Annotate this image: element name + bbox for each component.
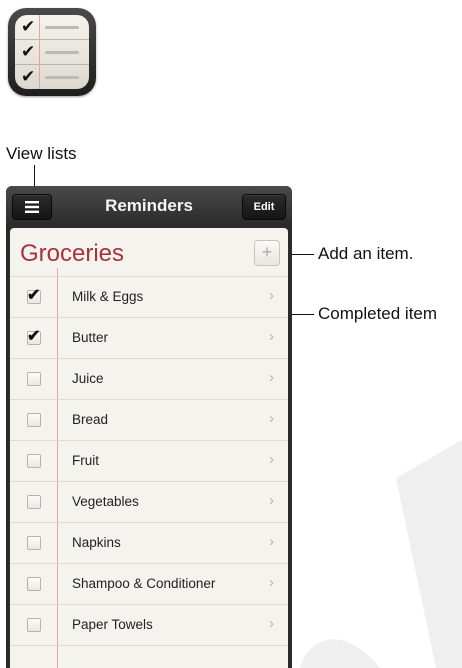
checkbox[interactable] — [27, 536, 41, 550]
chevron-right-icon[interactable]: › — [269, 369, 274, 386]
chevron-right-icon[interactable]: › — [269, 574, 274, 591]
chevron-right-icon[interactable]: › — [269, 492, 274, 509]
chevron-right-icon[interactable]: › — [269, 451, 274, 468]
list-paper: Groceries + ✔ Milk & Eggs › ✔ Butter › Juice › B… — [10, 228, 288, 668]
list-item[interactable]: Bread › — [10, 399, 288, 440]
list-item-label: Vegetables — [72, 494, 139, 509]
list-icon — [25, 201, 39, 213]
checkbox[interactable] — [27, 454, 41, 468]
callout-view-lists: View lists — [6, 144, 77, 163]
view-lists-button[interactable] — [12, 194, 52, 220]
checkbox[interactable] — [27, 372, 41, 386]
list-item-label: Napkins — [72, 535, 121, 550]
checkbox-checked[interactable]: ✔ — [27, 287, 41, 304]
callout-add-item: Add an item. — [318, 244, 414, 263]
list-item-label: Butter — [72, 330, 109, 345]
list-item[interactable]: Vegetables › — [10, 481, 288, 522]
reminder-list: ✔ Milk & Eggs › ✔ Butter › Juice › Bread › Fruit › V… — [10, 276, 288, 646]
checkbox[interactable] — [27, 577, 41, 591]
list-item-label: Juice — [72, 371, 104, 386]
checkbox[interactable] — [27, 495, 41, 509]
list-title: Groceries — [20, 240, 125, 267]
checkmark-icon: ✔ — [27, 287, 41, 304]
checkbox[interactable] — [27, 413, 41, 427]
chevron-right-icon[interactable]: › — [269, 615, 274, 632]
list-item[interactable]: Paper Towels › — [10, 604, 288, 646]
list-item[interactable]: ✔ Butter › — [10, 317, 288, 358]
checkbox-checked[interactable]: ✔ — [27, 328, 41, 345]
chevron-right-icon[interactable]: › — [269, 410, 274, 427]
list-item[interactable]: Napkins › — [10, 522, 288, 563]
chevron-right-icon[interactable]: › — [269, 287, 274, 304]
checkmark-icon: ✔ — [27, 328, 41, 345]
callout-completed-item: Completed item — [318, 304, 438, 323]
add-item-button[interactable]: + — [254, 240, 280, 266]
list-item-label: Milk & Eggs — [72, 289, 144, 304]
chevron-right-icon[interactable]: › — [269, 533, 274, 550]
checkbox[interactable] — [27, 618, 41, 632]
list-item-label: Bread — [72, 412, 109, 427]
reminders-screen: Reminders Edit Groceries + ✔ Milk & Eggs ›… — [6, 186, 292, 668]
list-item[interactable]: ✔ Milk & Eggs › — [10, 276, 288, 317]
list-item-label: Fruit — [72, 453, 99, 468]
list-item-label: Shampoo & Conditioner — [72, 576, 216, 591]
nav-bar: Reminders Edit — [6, 186, 292, 226]
chevron-right-icon[interactable]: › — [269, 328, 274, 345]
list-item[interactable]: Fruit › — [10, 440, 288, 481]
list-item[interactable]: Juice › — [10, 358, 288, 399]
list-item-label: Paper Towels — [72, 617, 153, 632]
nav-title: Reminders — [105, 196, 193, 215]
list-item[interactable]: Shampoo & Conditioner › — [10, 563, 288, 604]
edit-button[interactable]: Edit — [242, 194, 286, 220]
reminders-app-icon: ✔ ✔ ✔ — [8, 8, 96, 96]
